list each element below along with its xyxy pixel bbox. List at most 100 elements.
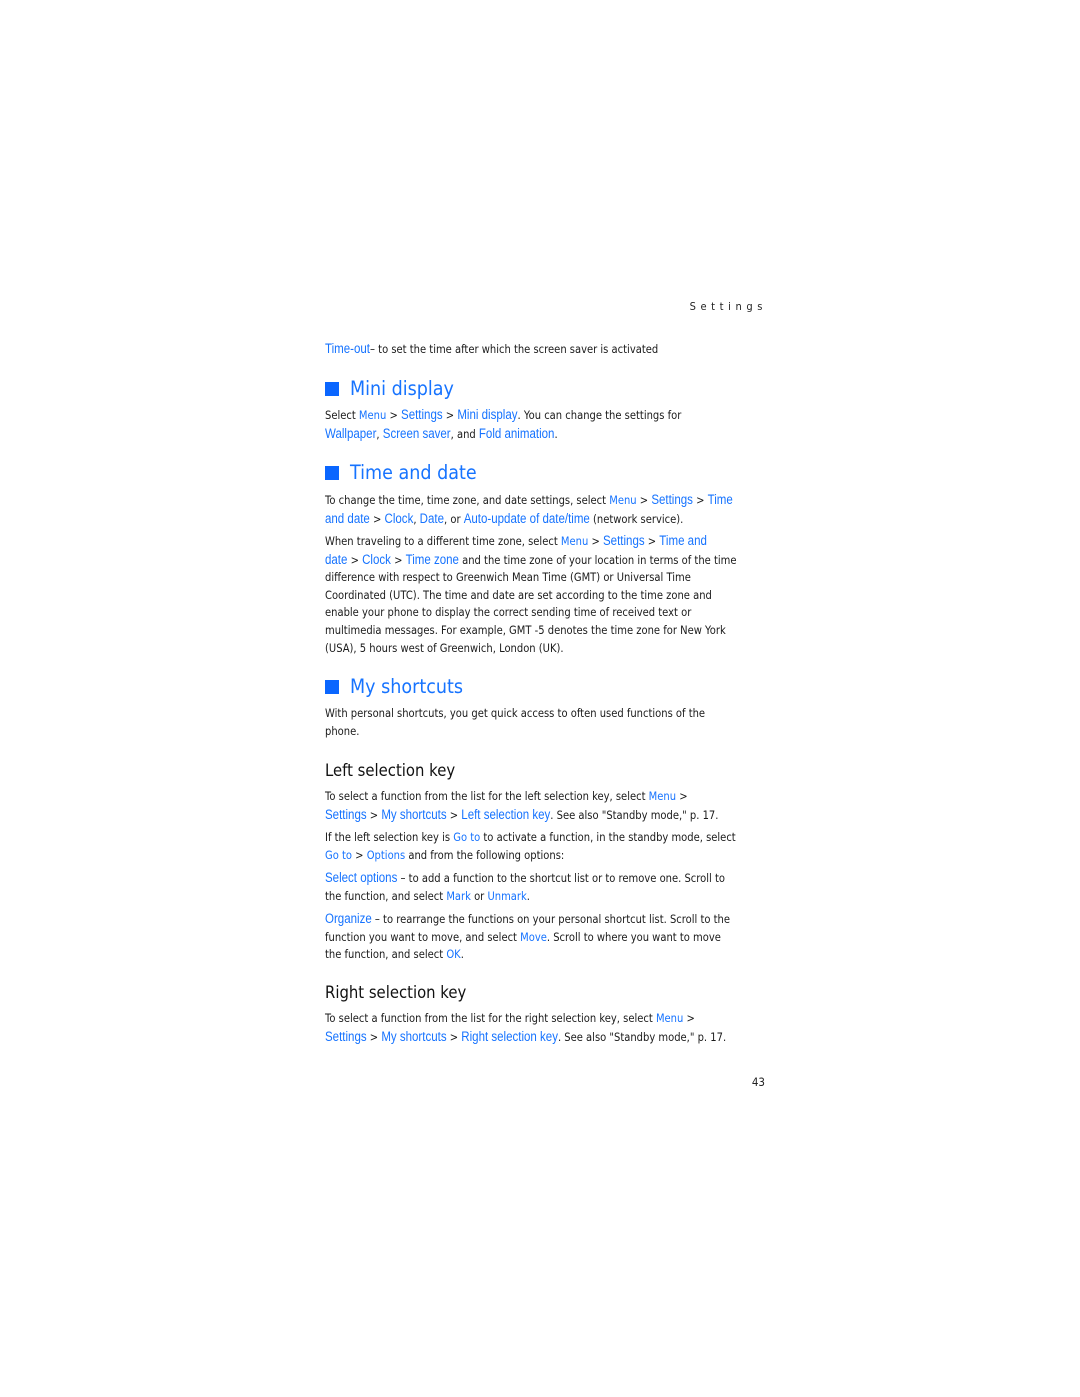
text-span: > — [352, 847, 367, 862]
text-span: Settings — [602, 533, 645, 548]
text-span: to activate a function, in the standby m… — [480, 830, 736, 844]
text-span: and the time zone of your location in te… — [458, 552, 737, 567]
heading-text: Time and date — [350, 461, 477, 484]
timeout-option: Time-out– to set the time after which th… — [325, 340, 767, 359]
text-span: > — [446, 1029, 462, 1044]
text-span: To select a function from the list for t… — [325, 1011, 656, 1025]
heading-left-selection-key: Left selection key — [325, 761, 470, 780]
heading-my-shortcuts: My shortcuts — [325, 675, 476, 698]
running-head: Settings — [689, 300, 767, 313]
section-bullet-icon — [325, 381, 339, 396]
text-span: OK — [446, 947, 461, 962]
left-key-paragraph-2: If the left selection key is Go to to ac… — [325, 829, 767, 864]
timeout-term: Time-out — [325, 341, 371, 356]
time-date-paragraph-1: To change the time, time zone, and date … — [325, 491, 767, 528]
my-shortcuts-intro: With personal shortcuts, you get quick a… — [325, 705, 767, 740]
text-span: Time — [707, 492, 733, 507]
text-span: > — [588, 534, 603, 548]
text-span: With personal shortcuts, you get quick a… — [325, 706, 706, 720]
text-span: Date — [419, 510, 445, 526]
text-span: Settings — [325, 806, 367, 822]
text-span: – to rearrange the functions on your per… — [371, 912, 731, 926]
mini-display-ref: Mini display — [457, 407, 518, 422]
text-span: Mark — [446, 888, 471, 903]
text-span: Unmark — [487, 888, 527, 903]
text-span: Settings — [651, 492, 693, 507]
screen-saver-ref: Screen saver — [382, 425, 451, 441]
text-span: . See also "Standby mode," p. 17. — [557, 1029, 727, 1044]
text-span: Left selection key — [325, 761, 456, 780]
heading-text: My shortcuts — [350, 675, 464, 698]
text-span: Go to — [325, 847, 353, 862]
text-span: Select options — [325, 870, 398, 885]
text-span: . — [526, 888, 530, 903]
text-span: To change the time, time zone, and date … — [325, 493, 610, 507]
text-span: Clock — [362, 551, 391, 567]
text-span: > — [390, 552, 406, 567]
text-span: > — [692, 493, 708, 507]
menu-ref: Menu — [358, 408, 387, 422]
wallpaper-ref: Wallpaper — [325, 425, 377, 441]
settings-ref: Settings — [401, 407, 443, 422]
section-bullet-icon — [325, 679, 339, 694]
text-span: > — [366, 1029, 382, 1044]
text-span: (USA), 5 hours west of Greenwich, London… — [325, 640, 564, 655]
text-span: the function, and select — [325, 947, 447, 962]
text-span: multimedia messages. For example, GMT -5… — [325, 622, 726, 637]
page-number: 43 — [751, 1075, 765, 1089]
text-span: Select — [325, 408, 359, 422]
text-span: Left selection key — [461, 806, 551, 822]
text-span: – to add a function to the shortcut list… — [397, 871, 725, 885]
text-span: Options — [366, 847, 406, 862]
text-span: > — [644, 534, 660, 548]
fold-animation-ref: Fold animation — [478, 425, 555, 441]
text-span: Menu — [648, 789, 677, 803]
text-span: Coordinated (UTC). The time and date are… — [325, 587, 712, 602]
text-span: > — [369, 511, 385, 526]
text-span: Clock — [384, 510, 414, 526]
section-bullet-icon — [325, 465, 339, 480]
text-span: > — [347, 552, 363, 567]
text-span: Settings — [325, 1028, 367, 1044]
text-span: , or — [444, 511, 464, 526]
text-span: the function, and select — [325, 888, 447, 903]
left-key-paragraph-1: To select a function from the list for t… — [325, 788, 767, 824]
text-span: Auto-update of date/time — [463, 510, 590, 526]
mini-display-paragraph: Select Menu > Settings > Mini display. Y… — [325, 406, 767, 443]
text-span: Menu — [609, 493, 637, 507]
heading-right-selection-key: Right selection key — [325, 983, 482, 1002]
text-span: > — [683, 1011, 695, 1025]
text-span: and date — [325, 510, 370, 526]
text-span: When traveling to a different time zone,… — [325, 534, 561, 548]
option-organize: Organize – to rearrange the functions on… — [325, 910, 767, 964]
text-span: . — [554, 426, 558, 441]
text-span: Time zone — [405, 551, 459, 567]
heading-time-and-date: Time and date — [325, 461, 491, 484]
text-span: difference with respect to Greenwich Mea… — [325, 570, 691, 585]
text-span: Time and — [659, 533, 707, 548]
text-span: Right selection key — [325, 983, 467, 1002]
text-span: > — [442, 408, 458, 422]
text-span: and from the following options: — [405, 847, 565, 862]
option-select-options: Select options – to add a function to th… — [325, 869, 767, 905]
text-span: If the left selection key is — [325, 830, 454, 844]
text-span: function you want to move, and select — [325, 929, 521, 944]
text-span: To select a function from the list for t… — [325, 789, 649, 803]
text-span: phone. — [325, 723, 360, 738]
text-span: or — [470, 888, 488, 903]
text-span: Menu — [560, 534, 589, 548]
right-key-paragraph: To select a function from the list for t… — [325, 1010, 767, 1046]
text-span: > — [386, 408, 402, 422]
text-span: Go to — [453, 830, 481, 844]
text-span: > — [446, 807, 462, 822]
text-span: > — [636, 493, 652, 507]
text-span: Right selection key — [461, 1028, 558, 1044]
text-span: > — [366, 807, 382, 822]
time-date-paragraph-2: When traveling to a different time zone,… — [325, 532, 767, 657]
text-span: . — [460, 947, 464, 962]
heading-mini-display: Mini display — [325, 377, 465, 400]
text-span: (network service). — [589, 511, 684, 526]
text-span: Menu — [655, 1011, 684, 1025]
text-span: > — [676, 789, 688, 803]
text-span: . See also "Standby mode," p. 17. — [550, 807, 719, 822]
